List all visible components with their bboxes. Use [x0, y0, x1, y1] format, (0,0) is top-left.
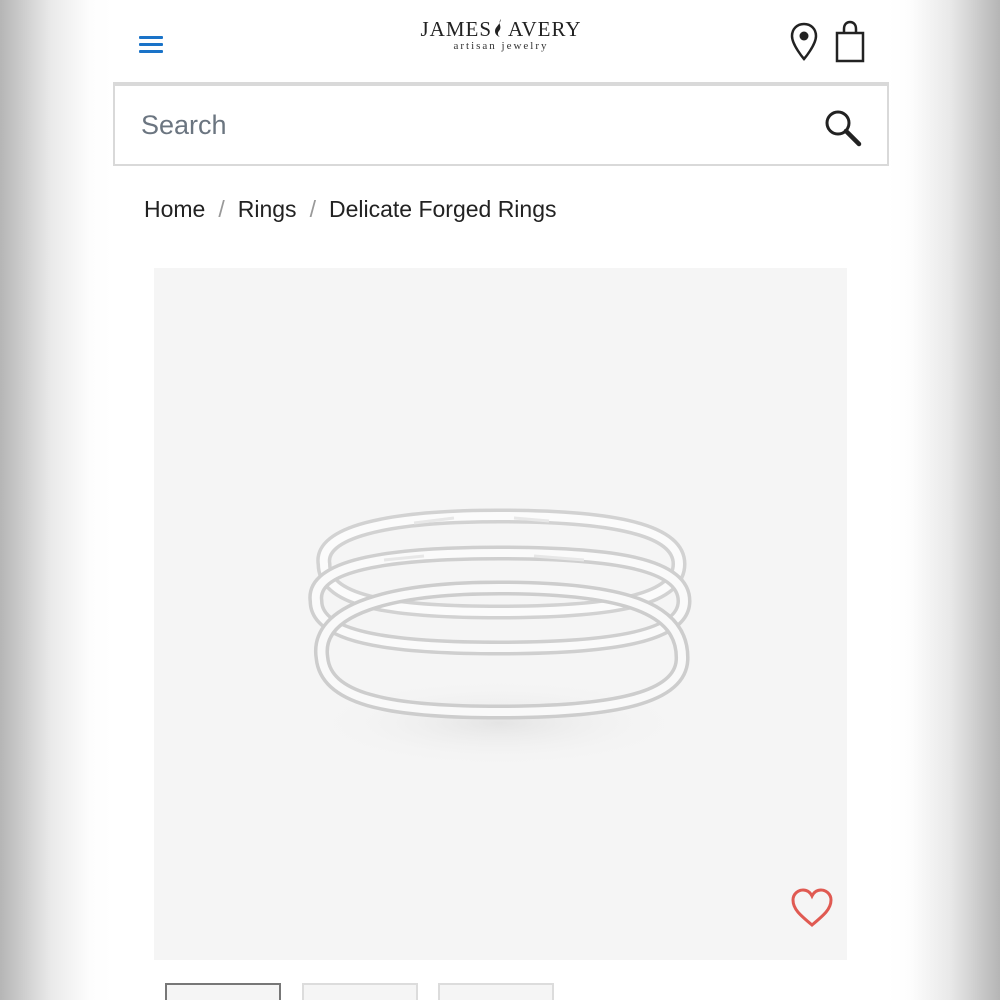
- breadcrumb: Home / Rings / Delicate Forged Rings: [144, 196, 557, 223]
- search-bar: [113, 84, 889, 166]
- hamburger-menu-icon: [139, 36, 163, 39]
- product-thumbnail[interactable]: [165, 983, 281, 1000]
- store-locator-button[interactable]: [789, 22, 819, 62]
- add-to-wishlist-button[interactable]: [790, 888, 834, 928]
- breadcrumb-home[interactable]: Home: [144, 196, 205, 222]
- hamburger-menu-icon-bar: [139, 43, 163, 46]
- brand-logo[interactable]: JAMES AVERY artisan jewelry: [401, 18, 601, 68]
- breadcrumb-rings[interactable]: Rings: [238, 196, 297, 222]
- map-pin-icon: [790, 22, 818, 61]
- heart-outline-icon: [791, 888, 833, 927]
- breadcrumb-current: Delicate Forged Rings: [328, 196, 557, 222]
- product-thumbnail[interactable]: [438, 983, 554, 1000]
- logo-text-left: JAMES: [420, 17, 493, 41]
- shopping-bag-button[interactable]: [833, 20, 867, 64]
- product-thumbnail[interactable]: [302, 983, 418, 1000]
- hamburger-menu-icon-bar: [139, 50, 163, 53]
- product-image[interactable]: [154, 268, 847, 960]
- logo-tagline: artisan jewelry: [453, 40, 549, 52]
- breadcrumb-separator: /: [218, 196, 225, 222]
- menu-button[interactable]: [137, 30, 167, 60]
- shopping-bag-icon: [835, 20, 865, 63]
- search-button[interactable]: [823, 108, 863, 148]
- product-photo-rings: [308, 508, 692, 768]
- search-icon: [825, 110, 862, 147]
- search-input[interactable]: [139, 104, 803, 146]
- product-page: JAMES AVERY artisan jewelry Home: [113, 0, 889, 1000]
- breadcrumb-separator: /: [309, 196, 316, 222]
- logo-wordmark: JAMES AVERY: [401, 18, 601, 40]
- logo-text-right: AVERY: [508, 17, 582, 41]
- site-header: JAMES AVERY artisan jewelry: [113, 0, 889, 84]
- flame-icon: [495, 19, 502, 37]
